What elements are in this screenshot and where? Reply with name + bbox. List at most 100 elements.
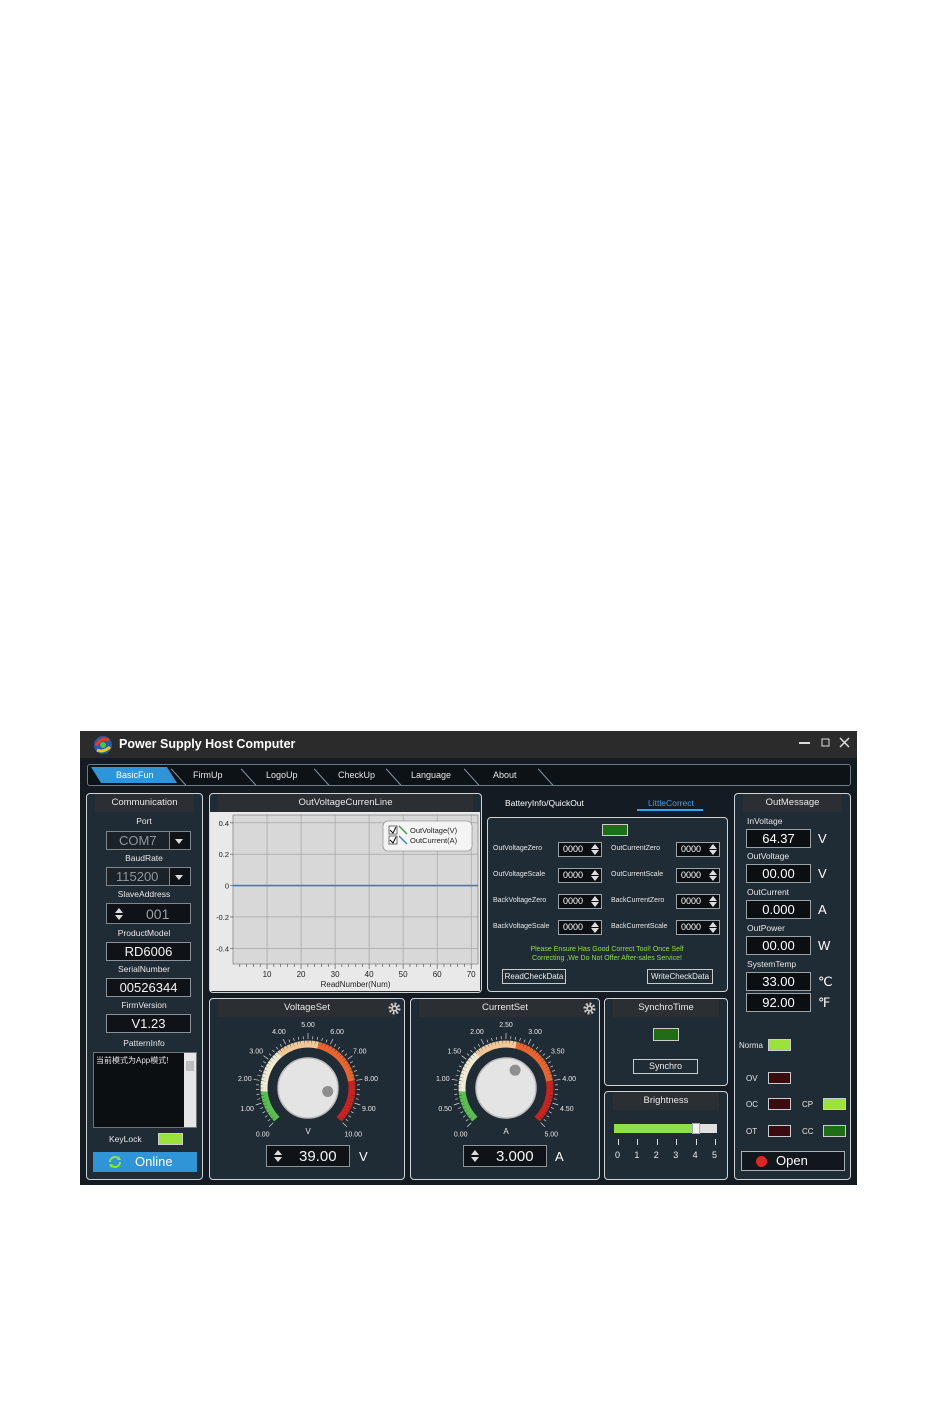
norma-indicator xyxy=(768,1039,791,1051)
synchro-button[interactable]: Synchro xyxy=(633,1059,698,1074)
calib-label: OutCurrentZero xyxy=(611,845,661,852)
stepper-down-icon[interactable] xyxy=(709,876,717,881)
open-button[interactable]: Open xyxy=(741,1151,845,1171)
knob-tick xyxy=(486,1039,489,1043)
scrollbar-thumb[interactable] xyxy=(186,1061,194,1071)
tab-language[interactable]: Language xyxy=(411,765,451,785)
calib-value-field[interactable]: 0000 xyxy=(676,920,720,935)
stepper-down-icon[interactable] xyxy=(709,928,717,933)
open-label: Open xyxy=(776,1153,808,1168)
stepper-up-icon[interactable] xyxy=(709,922,717,927)
stepper-down-icon[interactable] xyxy=(115,915,123,920)
minimize-icon[interactable] xyxy=(799,736,810,751)
stepper-down-icon[interactable] xyxy=(591,902,599,907)
calib-value-field[interactable]: 0000 xyxy=(558,868,602,883)
tab-firmup[interactable]: FirmUp xyxy=(193,765,223,785)
model-label: ProductModel xyxy=(117,928,171,938)
stepper-down-icon[interactable] xyxy=(709,902,717,907)
close-icon[interactable] xyxy=(839,736,850,751)
app-logo-icon xyxy=(94,736,112,754)
record-dot-icon xyxy=(756,1156,767,1167)
calib-label: OutCurrentScale xyxy=(611,871,664,878)
knob-arc-segment xyxy=(465,1108,474,1116)
stepper-down-icon[interactable] xyxy=(471,1157,479,1162)
knob-tick xyxy=(458,1065,462,1068)
pattern-info-textbox[interactable]: 当前模式为App模式! xyxy=(93,1052,197,1128)
knob-tick xyxy=(519,1037,521,1042)
calib-value-field[interactable]: 0000 xyxy=(558,920,602,935)
knob-tick xyxy=(262,1111,266,1114)
pattern-scrollbar[interactable] xyxy=(184,1053,196,1127)
brightness-tick xyxy=(695,1139,697,1145)
knob-arc-segment xyxy=(290,1042,296,1051)
knob-tick xyxy=(470,1049,473,1053)
tab-about[interactable]: About xyxy=(493,765,517,785)
maximize-icon[interactable] xyxy=(821,736,830,751)
tab-batteryinfo[interactable]: BatteryInfo/QuickOut xyxy=(505,793,584,813)
stepper-down-icon[interactable] xyxy=(709,850,717,855)
knob-arc-segment xyxy=(334,1052,342,1060)
stepper-down-icon[interactable] xyxy=(591,928,599,933)
knob-arc-segment xyxy=(328,1047,336,1056)
voltage-stepper[interactable]: 39.00 xyxy=(266,1145,350,1167)
stepper-up-icon[interactable] xyxy=(591,922,599,927)
stepper-up-icon[interactable] xyxy=(709,896,717,901)
knob-tick xyxy=(531,1043,535,1047)
stepper-up-icon[interactable] xyxy=(591,896,599,901)
knob-tick xyxy=(523,1039,526,1043)
stepper-up-icon[interactable] xyxy=(591,870,599,875)
voltage-settings-gear-icon[interactable] xyxy=(388,1002,401,1015)
voltage-knob[interactable]: 0.00 1.00 2.00 3.00 4.00 5.00 6.00 7.00 8.00 9.00… xyxy=(215,1019,401,1145)
knob-tick xyxy=(347,1055,353,1060)
stepper-down-icon[interactable] xyxy=(591,850,599,855)
y-tick-label: 0 xyxy=(225,882,229,891)
stepper-up-icon[interactable] xyxy=(471,1150,479,1155)
out-value: 00.00 xyxy=(746,864,811,883)
write-check-data-button[interactable]: WriteCheckData xyxy=(647,969,713,984)
port-select[interactable]: COM7 xyxy=(106,831,191,850)
calib-value-field[interactable]: 0000 xyxy=(558,842,602,857)
current-knob[interactable]: 0.00 0.50 1.00 1.50 2.00 2.50 3.00 3.50 4.00 4.50… xyxy=(413,1019,599,1145)
current-settings-gear-icon[interactable] xyxy=(583,1002,596,1015)
stepper-up-icon[interactable] xyxy=(115,908,123,913)
brightness-slider-thumb[interactable] xyxy=(692,1123,700,1134)
calib-value-field[interactable]: 0000 xyxy=(676,868,720,883)
knob-arc-segment xyxy=(515,1041,521,1050)
baud-select[interactable]: 115200 xyxy=(106,867,191,886)
tab-basicfun[interactable]: BasicFun xyxy=(116,765,154,785)
calib-value-field[interactable]: 0000 xyxy=(676,842,720,857)
x-tick-label: 20 xyxy=(297,970,306,979)
knob-tick xyxy=(258,1070,263,1072)
calib-value-field[interactable]: 0000 xyxy=(558,894,602,909)
online-button[interactable]: Online xyxy=(93,1152,197,1172)
stepper-up-icon[interactable] xyxy=(709,844,717,849)
read-check-data-button[interactable]: ReadCheckData xyxy=(502,969,566,984)
tab-logoup[interactable]: LogoUp xyxy=(266,765,298,785)
communication-panel: Communication Port COM7 BaudRate 115200 … xyxy=(86,793,203,1180)
knob-tick xyxy=(355,1098,359,1100)
out-message-panel: OutMessage InVoltage 64.37 V OutVoltage 00.0… xyxy=(734,793,851,1180)
stepper-up-icon[interactable] xyxy=(591,844,599,849)
tab-checkup[interactable]: CheckUp xyxy=(338,765,375,785)
knob-arc-segment xyxy=(262,1070,271,1076)
stepper-up-icon[interactable] xyxy=(709,870,717,875)
knob-tick xyxy=(477,1043,481,1047)
voltage-set-title: VoltageSet xyxy=(218,999,396,1017)
knob-tick xyxy=(257,1074,261,1077)
knob-arc-segment xyxy=(484,1044,491,1053)
out-value: 92.00 xyxy=(746,993,811,1012)
calib-value-field[interactable]: 0000 xyxy=(676,894,720,909)
knob-arc-segment xyxy=(346,1073,355,1079)
knob-arc-segment xyxy=(470,1054,478,1062)
slave-address-stepper[interactable]: 001 xyxy=(106,903,191,924)
knob-arc-segment xyxy=(336,1054,344,1062)
knob-tick xyxy=(333,1043,337,1047)
knob-tick xyxy=(473,1046,477,1050)
brightness-panel: Brightness 0 1 2 3 4 5 xyxy=(604,1091,728,1180)
brightness-slider-track[interactable] xyxy=(614,1123,717,1134)
knob-arc-segment xyxy=(481,1045,488,1054)
stepper-down-icon[interactable] xyxy=(591,876,599,881)
stepper-down-icon[interactable] xyxy=(274,1157,282,1162)
stepper-up-icon[interactable] xyxy=(274,1150,282,1155)
current-stepper[interactable]: 3.000 xyxy=(463,1145,547,1167)
